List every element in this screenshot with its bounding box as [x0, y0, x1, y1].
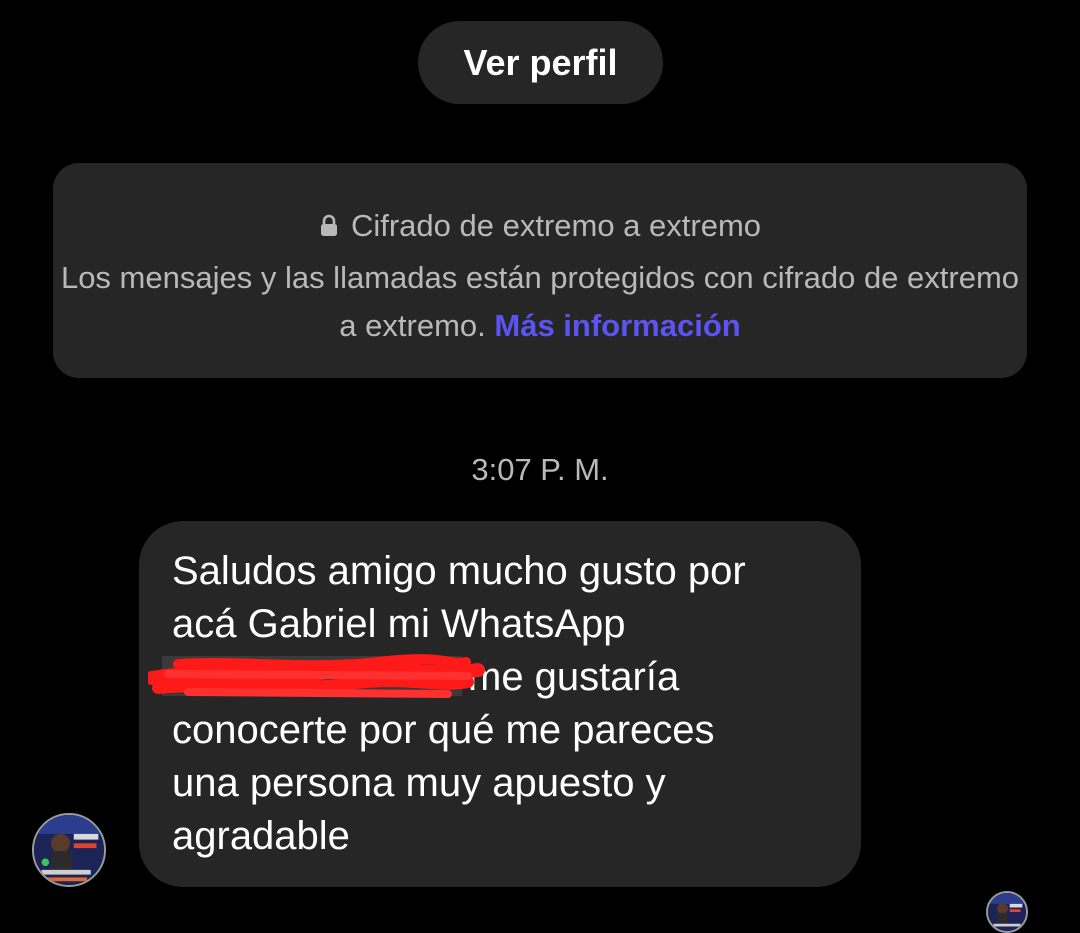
sender-avatar[interactable] — [32, 813, 106, 887]
message-line: me gustaría — [148, 651, 831, 704]
encryption-description: Los mensajes y las llamadas están proteg… — [53, 254, 1027, 350]
encryption-notice-card: Cifrado de extremo a extremo Los mensaje… — [53, 163, 1027, 378]
message-bubble[interactable]: Saludos amigo mucho gusto por acá Gabrie… — [139, 521, 861, 887]
message-timestamp: 3:07 P. M. — [471, 452, 609, 487]
message-line: acá Gabriel mi WhatsApp — [172, 602, 626, 646]
encryption-title: Cifrado de extremo a extremo — [350, 208, 762, 243]
message-line: conocerte por qué me pareces — [172, 708, 715, 752]
message-line: una persona muy apuesto y — [172, 761, 666, 805]
message-line: Saludos amigo mucho gusto por — [172, 549, 746, 593]
encryption-title-row: Cifrado de extremo a extremo — [53, 206, 1027, 246]
message-line: agradable — [172, 814, 350, 858]
seen-receipt-avatar — [986, 891, 1028, 933]
message-line-text: me gustaría — [468, 655, 680, 699]
more-info-link[interactable]: Más información — [494, 308, 740, 343]
redaction-scribble — [148, 654, 485, 698]
lock-icon — [319, 214, 339, 238]
view-profile-button[interactable]: Ver perfil — [418, 21, 663, 104]
